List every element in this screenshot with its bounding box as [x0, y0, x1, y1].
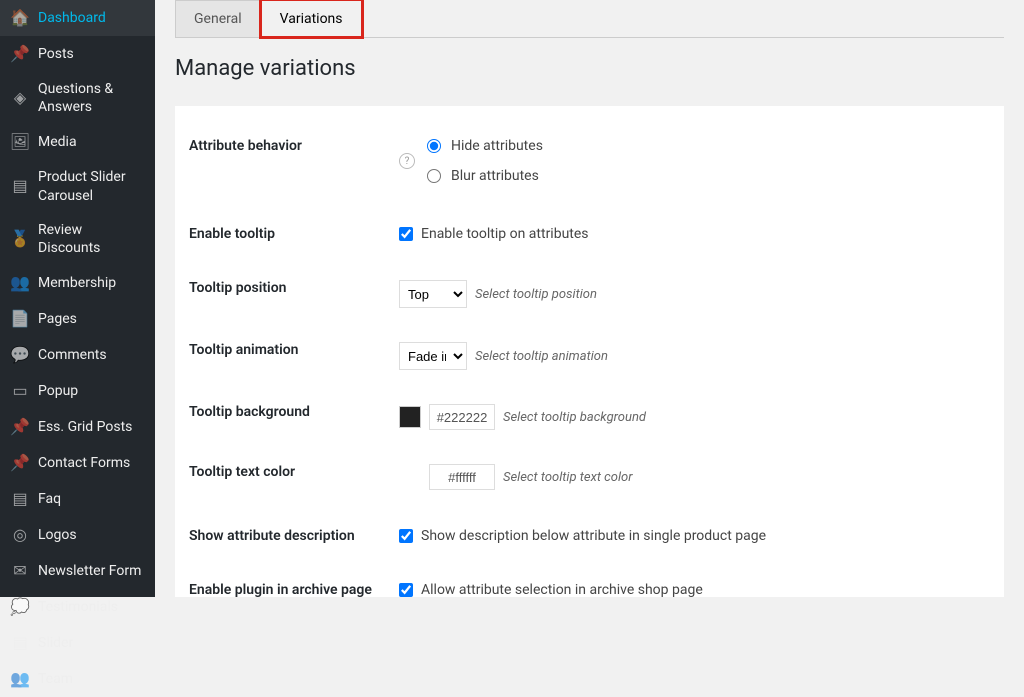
field-label: Tooltip background [189, 404, 399, 420]
field-hint: Select tooltip position [475, 287, 597, 302]
sidebar-item-pages[interactable]: 📄 Pages [0, 301, 155, 337]
field-show-attr-desc: Show attribute description Show descript… [175, 516, 1004, 556]
checkbox-label: Allow attribute selection in archive sho… [421, 582, 703, 597]
pin-icon: 📌 [10, 44, 30, 64]
comment-icon: 💬 [10, 345, 30, 365]
sidebar-item-newsletter[interactable]: ✉ Newsletter Form [0, 553, 155, 589]
select-tooltip-position[interactable]: Top [399, 280, 467, 308]
field-tooltip-background: Tooltip background Select tooltip backgr… [175, 392, 1004, 442]
field-label: Show attribute description [189, 528, 399, 544]
field-attribute-behavior: Attribute behavior ? Hide attributes Blu… [175, 126, 1004, 196]
field-label: Tooltip animation [189, 342, 399, 358]
sidebar-item-label: Dashboard [38, 9, 145, 27]
radio-blur-attributes[interactable]: Blur attributes [427, 168, 543, 184]
admin-sidebar: 🏠 Dashboard 📌 Posts ◈ Questions & Answers 🖼… [0, 0, 155, 597]
dashboard-icon: 🏠 [10, 8, 30, 28]
field-label: Tooltip text color [189, 464, 399, 480]
sidebar-item-label: Popup [38, 382, 145, 400]
checkbox-enable-tooltip[interactable] [399, 227, 413, 241]
sidebar-item-membership[interactable]: 👥 Membership [0, 265, 155, 301]
field-hint: Select tooltip text color [503, 470, 632, 485]
sidebar-item-testimonials[interactable]: 💭 Testimonials [0, 589, 155, 625]
settings-panel: Attribute behavior ? Hide attributes Blu… [175, 106, 1004, 597]
color-input-background[interactable] [429, 404, 495, 430]
users-icon: 👥 [10, 273, 30, 293]
color-input-text[interactable] [429, 464, 495, 490]
field-label: Enable tooltip [189, 226, 399, 242]
sidebar-item-team[interactable]: 👥 Team [0, 661, 155, 697]
sidebar-item-label: Pages [38, 310, 145, 328]
sidebar-item-label: Faq [38, 490, 145, 508]
sidebar-item-label: Testimonials [38, 598, 145, 616]
field-tooltip-text-color: Tooltip text color Select tooltip text c… [175, 452, 1004, 502]
slider-icon: ▤ [10, 633, 30, 653]
field-enable-archive: Enable plugin in archive page Allow attr… [175, 570, 1004, 597]
sidebar-item-popup[interactable]: ▭ Popup [0, 373, 155, 409]
sidebar-item-label: Media [38, 133, 145, 151]
tab-general[interactable]: General [175, 0, 261, 37]
sidebar-item-review-discounts[interactable]: 🏅 Review Discounts [0, 213, 155, 265]
sidebar-item-label: Review Discounts [38, 221, 145, 257]
section-title: Manage variations [175, 56, 1004, 81]
page-icon: 📄 [10, 309, 30, 329]
popup-icon: ▭ [10, 381, 30, 401]
pin-icon: 📌 [10, 417, 30, 437]
sidebar-item-label: Ess. Grid Posts [38, 418, 145, 436]
checkbox-label: Show description below attribute in sing… [421, 528, 766, 544]
field-hint: Select tooltip animation [475, 349, 608, 364]
field-hint: Select tooltip background [503, 410, 646, 425]
sidebar-item-media[interactable]: 🖼 Media [0, 124, 155, 160]
sidebar-item-label: Contact Forms [38, 454, 145, 472]
radio-hide-attributes[interactable]: Hide attributes [427, 138, 543, 154]
field-label: Enable plugin in archive page [189, 582, 399, 597]
sidebar-item-slider-carousel[interactable]: ▤ Product Slider Carousel [0, 160, 155, 212]
sidebar-item-comments[interactable]: 💬 Comments [0, 337, 155, 373]
help-icon[interactable]: ? [399, 153, 415, 169]
sidebar-item-label: Logos [38, 526, 145, 544]
radio-input[interactable] [427, 139, 441, 153]
main-content: General Variations Manage variations Att… [155, 0, 1024, 597]
sidebar-item-logos[interactable]: ◎ Logos [0, 517, 155, 553]
sidebar-item-label: Team [38, 670, 145, 688]
tab-variations[interactable]: Variations [261, 0, 362, 37]
team-icon: 👥 [10, 669, 30, 689]
radio-label: Blur attributes [451, 168, 539, 184]
color-swatch[interactable] [399, 406, 421, 428]
field-enable-tooltip: Enable tooltip Enable tooltip on attribu… [175, 214, 1004, 254]
logos-icon: ◎ [10, 525, 30, 545]
pin-icon: 📌 [10, 453, 30, 473]
award-icon: 🏅 [10, 229, 30, 249]
sidebar-item-qa[interactable]: ◈ Questions & Answers [0, 72, 155, 124]
sidebar-item-label: Posts [38, 45, 145, 63]
radio-input[interactable] [427, 169, 441, 183]
radio-label: Hide attributes [451, 138, 543, 154]
sidebar-item-label: Questions & Answers [38, 80, 145, 116]
media-icon: 🖼 [10, 132, 30, 152]
qa-icon: ◈ [10, 88, 30, 108]
sidebar-item-label: Newsletter Form [38, 562, 145, 580]
sidebar-item-contact-forms[interactable]: 📌 Contact Forms [0, 445, 155, 481]
sidebar-item-posts[interactable]: 📌 Posts [0, 36, 155, 72]
carousel-icon: ▤ [10, 177, 30, 197]
field-tooltip-animation: Tooltip animation Fade in Select tooltip… [175, 330, 1004, 382]
sidebar-item-faq[interactable]: ▤ Faq [0, 481, 155, 517]
mail-icon: ✉ [10, 561, 30, 581]
list-icon: ▤ [10, 489, 30, 509]
field-label: Attribute behavior [189, 138, 399, 154]
tabs-nav: General Variations [175, 0, 1004, 38]
checkbox-label: Enable tooltip on attributes [421, 226, 589, 242]
select-tooltip-animation[interactable]: Fade in [399, 342, 467, 370]
sidebar-item-ess-grid[interactable]: 📌 Ess. Grid Posts [0, 409, 155, 445]
sidebar-item-label: Comments [38, 346, 145, 364]
checkbox-show-desc[interactable] [399, 529, 413, 543]
field-label: Tooltip position [189, 280, 399, 296]
sidebar-item-dashboard[interactable]: 🏠 Dashboard [0, 0, 155, 36]
chat-icon: 💭 [10, 597, 30, 617]
sidebar-item-label: Slider [38, 634, 145, 652]
checkbox-enable-archive[interactable] [399, 583, 413, 597]
sidebar-item-slider[interactable]: ▤ Slider [0, 625, 155, 661]
sidebar-item-label: Product Slider Carousel [38, 168, 145, 204]
field-tooltip-position: Tooltip position Top Select tooltip posi… [175, 268, 1004, 320]
sidebar-item-label: Membership [38, 274, 145, 292]
